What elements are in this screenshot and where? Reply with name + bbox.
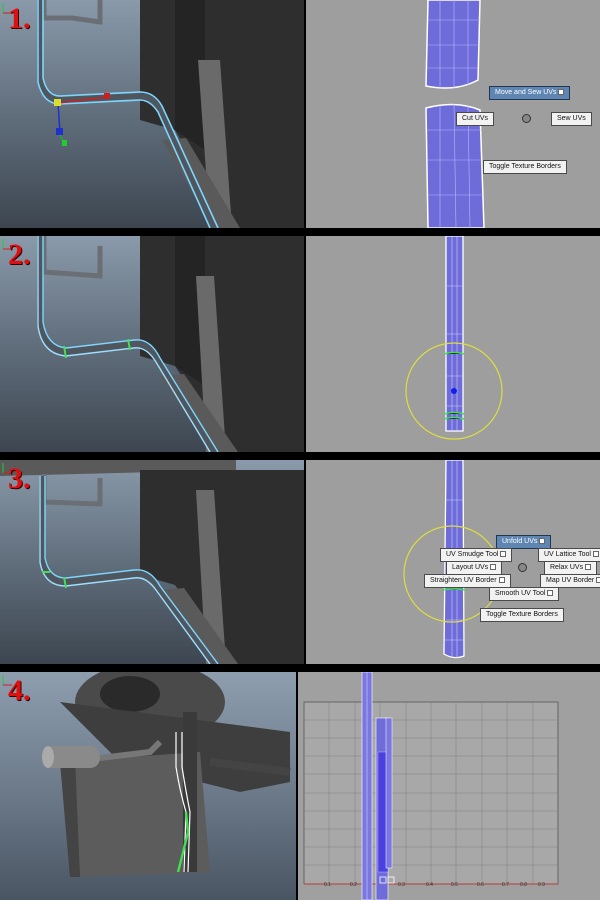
menu-uv-lattice-tool[interactable]: UV Lattice Tool [538,548,600,562]
uv-texture-editor[interactable]: Unfold UVs UV Smudge Tool UV Lattice Too… [306,460,600,664]
option-box-icon[interactable] [596,577,600,584]
step-4-panel: 4. 0.1 0.2 0.3 0.4 0.5 0.6 0.7 0.8 0.9 [0,672,600,900]
option-box-icon[interactable] [500,551,507,558]
3d-viewport[interactable]: 4. [0,672,296,900]
uv-tick-label: 0.9 [538,882,545,888]
option-box-icon[interactable] [498,577,505,584]
uv-tick-label: 0.5 [451,882,458,888]
menu-toggle-texture-borders[interactable]: Toggle Texture Borders [483,160,567,174]
uv-tick-label: 0.6 [477,882,484,888]
step-number: 2. [8,238,31,271]
option-box-icon[interactable] [547,590,554,597]
3d-viewport[interactable]: 2. [0,236,304,452]
step-1-panel: 1. Move and Sew UVs Cut UVs Sew UVs Togg… [0,0,600,228]
marking-menu-center-icon [518,563,527,572]
uv-tick-label: 0.3 [398,882,405,888]
option-box-icon[interactable] [539,538,546,545]
marking-menu-center-icon [522,114,531,123]
menu-map-uv-border[interactable]: Map UV Border [540,574,600,588]
3d-scene [37,236,304,452]
step-number: 3. [8,462,31,495]
option-box-icon[interactable] [585,564,592,571]
3d-viewport[interactable]: 1. [0,0,304,228]
3d-scene [42,672,291,877]
uv-tick-label: 0.2 [350,882,357,888]
menu-cut-uvs[interactable]: Cut UVs [456,112,495,126]
menu-uv-smudge-tool[interactable]: UV Smudge Tool [440,548,513,562]
uv-tick-label: 0.1 [324,882,331,888]
option-box-icon[interactable] [558,89,565,96]
3d-scene [0,460,304,664]
move-manipulator-icon[interactable] [0,0,304,228]
uv-texture-editor[interactable] [306,236,600,452]
uv-grid [303,672,559,900]
menu-smooth-uv-tool[interactable]: Smooth UV Tool [489,587,560,601]
menu-straighten-uv-border[interactable]: Straighten UV Border [424,574,511,588]
step-2-panel: 2. [0,236,600,452]
step-number: 1. [8,2,31,35]
uv-tick-label: 0.7 [502,882,509,888]
uv-tick-label: 0.8 [520,882,527,888]
option-box-icon[interactable] [592,551,599,558]
menu-layout-uvs[interactable]: Layout UVs [446,561,503,575]
uv-tick-label: 0.4 [426,882,433,888]
step-3-panel: 3. Unfold UVs UV Smudge Tool UV Lattice … [0,460,600,664]
uv-texture-editor[interactable]: 0.1 0.2 0.3 0.4 0.5 0.6 0.7 0.8 0.9 [298,672,600,900]
uv-shells [405,236,503,440]
menu-sew-uvs[interactable]: Sew UVs [551,112,592,126]
menu-move-and-sew-uvs[interactable]: Move and Sew UVs [489,86,571,100]
menu-unfold-uvs[interactable]: Unfold UVs [496,535,552,549]
menu-relax-uvs[interactable]: Relax UVs [544,561,598,575]
menu-toggle-texture-borders[interactable]: Toggle Texture Borders [480,608,564,622]
3d-viewport[interactable]: 3. [0,460,304,664]
uv-texture-editor[interactable]: Move and Sew UVs Cut UVs Sew UVs Toggle … [306,0,600,228]
step-number: 4. [8,674,31,707]
option-box-icon[interactable] [490,564,497,571]
